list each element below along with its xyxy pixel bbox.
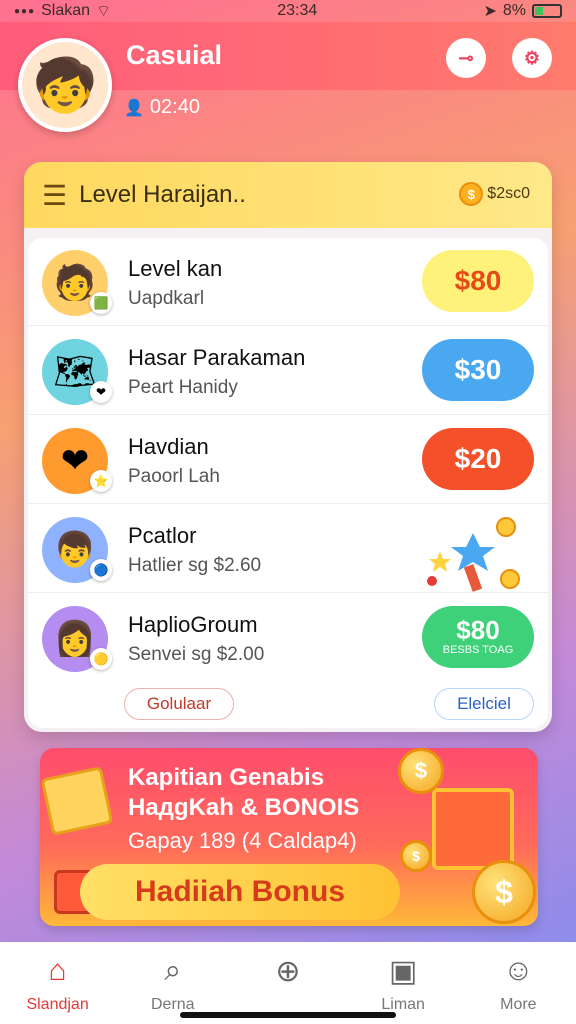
item-subtitle: Senvei sg $2.00 — [128, 644, 265, 665]
list-item[interactable]: 👩 🟡 HaplioGroum Senvei sg $2.00 $80 BESBS… — [28, 594, 548, 682]
nav-gallery[interactable]: ▣ Liman — [348, 952, 458, 1014]
coin-icon: $ — [400, 840, 432, 872]
timer-icon: ⊸ — [458, 47, 474, 68]
character-icon: 👦 🔵 — [42, 517, 112, 583]
coin-icon: $ — [472, 860, 536, 924]
status-right: ➤ 8% — [483, 1, 562, 21]
home-indicator — [180, 1012, 396, 1018]
card-header: ☰ Level Haraijan.. $ $2sc0 — [24, 162, 552, 228]
left-pill-button[interactable]: Golulaar — [124, 688, 234, 720]
badge-icon: 🟡 — [90, 648, 112, 670]
card-title: Level Haraijan.. — [79, 181, 246, 208]
item-subtitle: Hatlier sg $2.60 — [128, 555, 262, 576]
home-icon: ⌂ — [48, 954, 67, 987]
user-id-value: 02:40 — [149, 96, 200, 118]
price-button[interactable]: $80 BESBS TOAG — [422, 606, 534, 668]
gallery-icon: ▣ — [388, 954, 418, 988]
coin-label: $2sc0 — [487, 185, 530, 202]
timer-button[interactable]: ⊸ — [446, 38, 486, 78]
item-title: Level kan — [128, 256, 223, 281]
search-icon: ⌕ — [164, 954, 182, 987]
nav-search[interactable]: ⌕ Derna — [118, 952, 228, 1014]
settings-button[interactable]: ⚙ — [512, 38, 552, 78]
list-item[interactable]: 👦 🔵 Pcatlor Hatlier sg $2.60 — [28, 505, 548, 593]
banner-detail: Gapay 189 (4 Caldap4) — [128, 828, 357, 853]
badge-icon: 🟩 — [90, 292, 112, 314]
item-subtitle: Peart Hanidy — [128, 377, 238, 398]
add-icon: ⊕ — [275, 954, 301, 988]
nav-label: More — [500, 996, 537, 1013]
price-button[interactable]: $80 — [422, 250, 534, 312]
nav-home[interactable]: ⌂ Slandjan — [3, 952, 113, 1014]
badge-icon: ⭐ — [90, 470, 112, 492]
banner-subtitle: HaдgKah & BONOIS — [128, 794, 360, 821]
signal-icon: ●●● — [14, 5, 36, 17]
character-icon: 🧑 🟩 — [42, 250, 112, 316]
nav-label: Slandjan — [26, 996, 89, 1013]
coin-badge: $ $2sc0 — [459, 182, 530, 206]
bonus-cta-button[interactable]: Hadiiah Bonus — [80, 864, 400, 920]
coin-icon: $ — [459, 182, 484, 206]
price-value: $80 — [456, 615, 500, 645]
coin-icon: $ — [398, 748, 444, 794]
reward-sparkle-icon — [427, 517, 520, 592]
carrier-label: Slakan — [41, 2, 91, 19]
app-title: Casuial — [126, 40, 223, 70]
user-icon: 👤 — [124, 99, 144, 117]
location-icon: ➤ — [483, 3, 497, 20]
badge-icon: ❤ — [90, 381, 112, 403]
battery-icon — [531, 4, 562, 18]
gift-icon — [40, 766, 114, 836]
avatar[interactable]: 🧒 — [18, 38, 112, 132]
item-title: Pcatlor — [128, 523, 197, 548]
status-left: ●●● Slakan ⌔ — [14, 1, 111, 21]
item-subtitle: Uapdkarl — [128, 288, 205, 309]
price-button[interactable]: $30 — [422, 339, 534, 401]
menu-icon[interactable]: ☰ — [42, 179, 67, 212]
map-icon: 🗺 ❤ — [42, 339, 112, 405]
item-title: HaplioGroum — [128, 612, 258, 637]
user-id: 👤 02:40 — [124, 96, 200, 119]
profile-icon: ☺ — [503, 954, 534, 987]
item-subtitle: Paoorl Lah — [128, 466, 220, 487]
level-list: 🧑 🟩 Level kan Uapdkarl $80 🗺 ❤ Hasar Parak… — [28, 238, 548, 728]
wifi-icon: ⌔ — [96, 3, 112, 20]
list-item[interactable]: 🗺 ❤ Hasar Parakaman Peart Hanidy $30 — [28, 327, 548, 415]
status-bar: ●●● Slakan ⌔ 23:34 ➤ 8% — [0, 0, 576, 22]
gear-icon: ⚙ — [523, 47, 541, 68]
nav-more[interactable]: ☺ More — [463, 952, 573, 1014]
price-note: BESBS TOAG — [442, 644, 514, 656]
badge-icon: 🔵 — [90, 559, 112, 581]
battery-percent: 8% — [502, 2, 526, 19]
banner-title: Kapitian Genabis — [128, 764, 325, 791]
gift-box-icon — [432, 788, 514, 870]
list-item[interactable]: ❤ ⭐ Havdian Paoorl Lah $20 — [28, 416, 548, 504]
item-title: Hasar Parakaman — [128, 345, 306, 370]
heart-icon: ❤ ⭐ — [42, 428, 112, 494]
price-button[interactable]: $20 — [422, 428, 534, 490]
nav-add[interactable]: ⊕ — [233, 952, 343, 996]
list-item[interactable]: 🧑 🟩 Level kan Uapdkarl $80 — [28, 238, 548, 326]
item-title: Havdian — [128, 434, 209, 459]
bonus-banner[interactable]: $ $ $ Kapitian Genabis HaдgKah & BONOIS … — [40, 748, 538, 926]
right-pill-button[interactable]: Elelciel — [434, 688, 534, 720]
character-icon: 👩 🟡 — [42, 606, 112, 672]
level-card: ☰ Level Haraijan.. $ $2sc0 🧑 🟩 Level kan … — [24, 162, 552, 732]
clock: 23:34 — [277, 2, 318, 19]
